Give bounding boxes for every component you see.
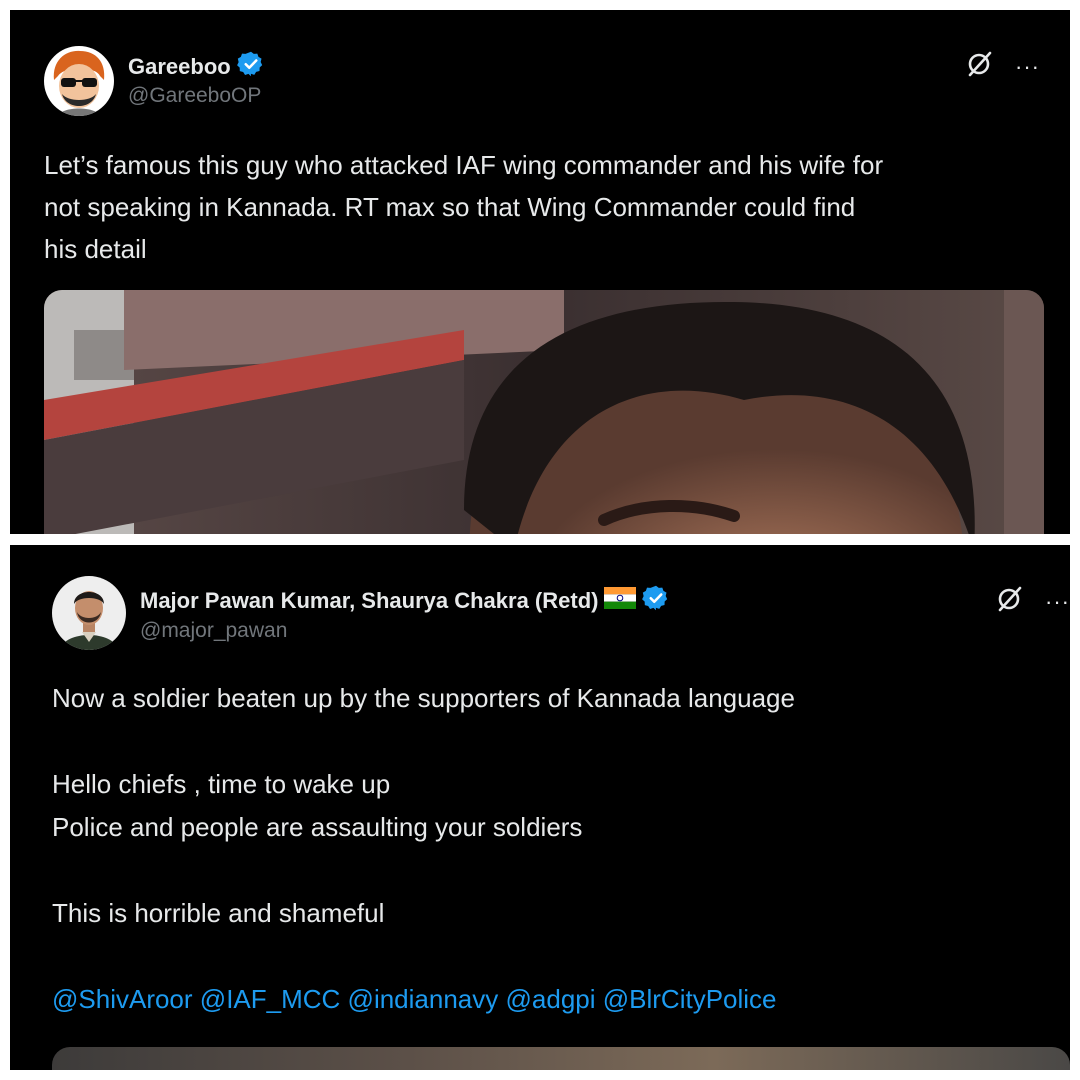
grok-icon[interactable] [995, 585, 1023, 618]
tweet-actions-top: ··· [965, 50, 1040, 83]
tweet-media-image[interactable] [52, 1047, 1070, 1070]
avatar[interactable] [44, 46, 114, 116]
more-icon[interactable]: ··· [1015, 55, 1040, 78]
tweet-text: Now a soldier beaten up by the supporter… [52, 683, 795, 928]
india-flag-icon [604, 587, 637, 615]
mentions-line: @ShivAroor @IAF_MCC @indiannavy @adgpi @… [52, 981, 777, 1017]
mention-link[interactable]: @adgpi [506, 984, 596, 1014]
verified-badge-icon [236, 50, 265, 84]
tweet-card-major-pawan: Major Pawan Kumar, Shaurya Chakra (Retd)… [10, 545, 1070, 1070]
verified-badge-icon [642, 584, 670, 618]
more-icon[interactable]: ··· [1045, 590, 1070, 613]
avatar[interactable] [52, 576, 126, 650]
handle[interactable]: @GareeboOP [128, 84, 261, 108]
tweet-card-gareeboo: Gareeboo @GareeboOP ··· Let’s famous thi… [10, 10, 1070, 534]
display-name[interactable]: Gareeboo [128, 54, 231, 80]
display-name-row: Major Pawan Kumar, Shaurya Chakra (Retd) [140, 584, 670, 618]
mention-link[interactable]: @IAF_MCC [200, 984, 341, 1014]
tweet-media-image[interactable] [44, 290, 1044, 534]
handle[interactable]: @major_pawan [140, 619, 287, 643]
tweet-actions-top: ··· [995, 585, 1070, 618]
display-name[interactable]: Major Pawan Kumar, Shaurya Chakra (Retd) [140, 588, 598, 614]
grok-icon[interactable] [965, 50, 993, 83]
mention-link[interactable]: @BlrCityPolice [603, 984, 777, 1014]
mention-link[interactable]: @indiannavy [348, 984, 499, 1014]
display-name-row: Gareeboo [128, 50, 265, 84]
mention-link[interactable]: @ShivAroor [52, 984, 193, 1014]
tweet-text: Let’s famous this guy who attacked IAF w… [44, 150, 884, 264]
